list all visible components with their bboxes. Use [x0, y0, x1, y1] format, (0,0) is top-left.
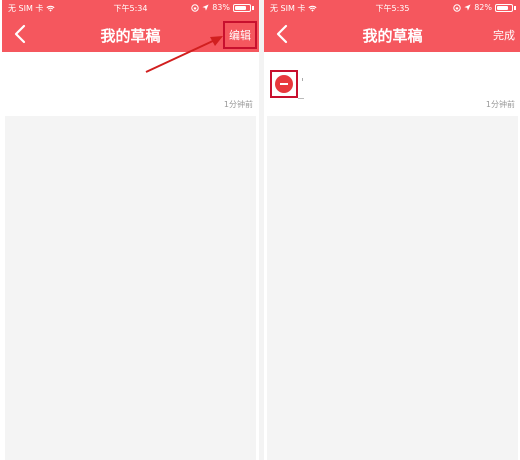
- back-chevron-icon: [276, 24, 288, 44]
- minus-icon: [280, 83, 288, 85]
- row-separator: [298, 98, 304, 99]
- lock-rotation-icon: [191, 3, 199, 12]
- delete-circle-icon: [275, 75, 293, 93]
- draft-list-item[interactable]: 1分钟前: [2, 52, 259, 115]
- location-arrow-icon: [464, 4, 471, 11]
- location-arrow-icon: [202, 4, 209, 11]
- status-right: 82%: [453, 3, 516, 12]
- row-tick-mark: [302, 78, 303, 81]
- lock-rotation-icon: [453, 3, 461, 12]
- battery-icon: [233, 3, 251, 12]
- nav-bar: 我的草稿 编辑: [2, 17, 259, 52]
- back-button[interactable]: [10, 23, 32, 45]
- draft-timestamp: 1分钟前: [485, 100, 515, 109]
- app-header: 无 SIM 卡 下午5:35 82% 我的草稿 完成: [264, 0, 520, 52]
- battery-fill: [497, 5, 509, 10]
- edit-button[interactable]: 编辑: [223, 21, 257, 49]
- battery-cap: [514, 5, 516, 10]
- nav-bar: 我的草稿 完成: [264, 17, 520, 52]
- page-title: 我的草稿: [100, 27, 161, 45]
- delete-draft-button[interactable]: [270, 70, 298, 98]
- draft-preview[interactable]: [5, 116, 256, 460]
- battery-percent: 82%: [474, 3, 492, 12]
- draft-preview[interactable]: [267, 116, 518, 460]
- phone-screen-left: 无 SIM 卡 下午5:34 83% 我的草稿 编辑 1分钟前: [2, 0, 259, 460]
- status-bar: 无 SIM 卡 下午5:34 83%: [2, 0, 259, 17]
- status-bar: 无 SIM 卡 下午5:35 82%: [264, 0, 520, 17]
- back-button[interactable]: [272, 23, 294, 45]
- status-right: 83%: [191, 3, 254, 12]
- back-chevron-icon: [14, 24, 26, 44]
- done-button[interactable]: 完成: [493, 27, 515, 43]
- app-header: 无 SIM 卡 下午5:34 83% 我的草稿 编辑: [2, 0, 259, 52]
- battery-cap: [252, 5, 254, 10]
- battery-icon: [495, 3, 513, 12]
- draft-list-item[interactable]: 1分钟前: [264, 52, 520, 115]
- page-title: 我的草稿: [362, 27, 423, 45]
- battery-percent: 83%: [212, 3, 230, 12]
- phone-screen-right: 无 SIM 卡 下午5:35 82% 我的草稿 完成 1分钟前: [264, 0, 520, 460]
- draft-timestamp: 1分钟前: [223, 100, 253, 109]
- battery-fill: [235, 5, 247, 10]
